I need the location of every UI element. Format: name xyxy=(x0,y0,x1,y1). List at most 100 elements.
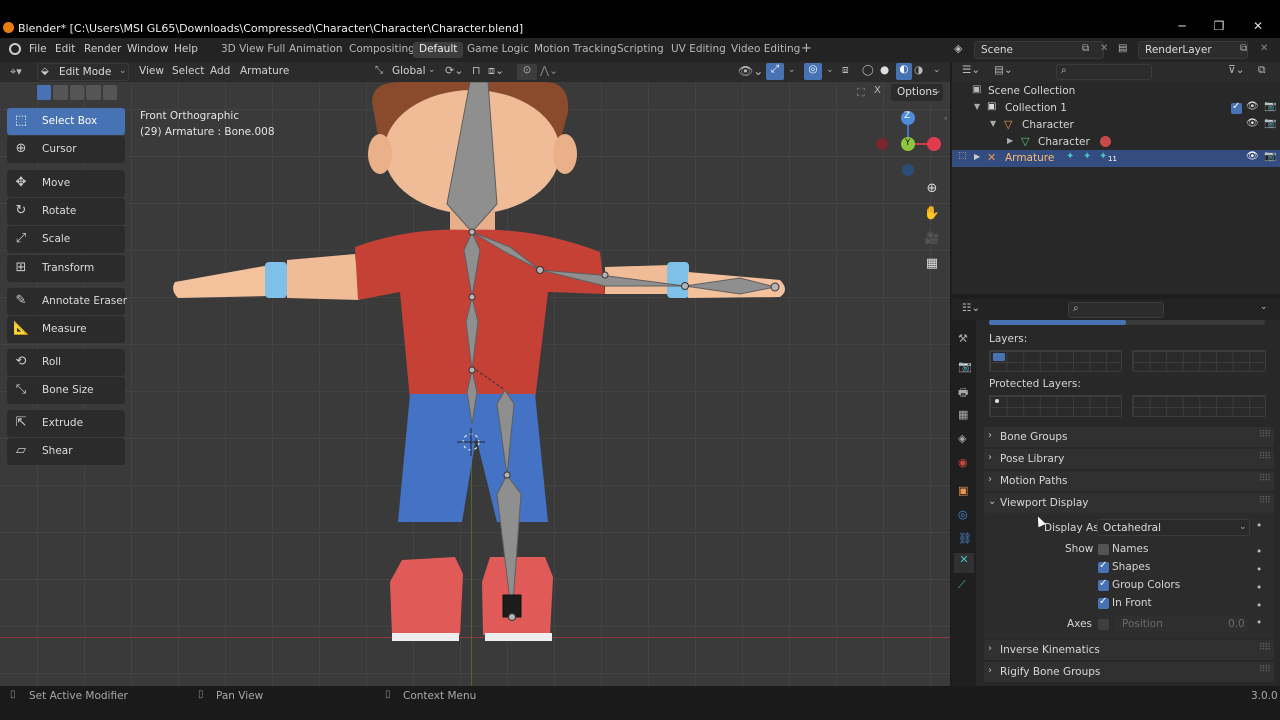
pose-position-toggle[interactable] xyxy=(989,320,1265,325)
protected-layers-grid-left[interactable] xyxy=(989,395,1122,417)
menu-select[interactable]: Select xyxy=(172,65,204,77)
tool-bone-size[interactable]: ⤡ Bone Size xyxy=(7,377,125,404)
keyframe-dot-icon[interactable]: • xyxy=(1256,520,1262,532)
outliner-search-input[interactable]: ⌕ xyxy=(1056,64,1152,80)
object-tab-icon[interactable]: ▣ xyxy=(958,484,968,497)
names-checkbox-row[interactable]: Names xyxy=(1098,543,1258,557)
panel-bone-groups[interactable]: › Bone Groups ⠿⠿ xyxy=(984,427,1274,447)
outliner-row-armature[interactable]: ⬚ ▶ ✕ Armature ✦ ✦ ✦ 11 👁 📷 xyxy=(952,150,1280,167)
tool-cursor[interactable]: ⊕ Cursor xyxy=(7,136,125,163)
outliner-row-character-mesh[interactable]: ▶ ▽ Character xyxy=(952,134,1280,151)
new-scene-icon[interactable]: ⧉ xyxy=(1082,43,1089,54)
drag-handle-icon[interactable]: ⠿⠿ xyxy=(1259,452,1271,462)
tab-3d-view-full[interactable]: 3D View Full xyxy=(215,42,291,58)
rendered-shading-icon[interactable]: ◑ xyxy=(914,64,923,76)
drag-handle-icon[interactable]: ⠿⠿ xyxy=(1259,665,1271,675)
visibility-icon[interactable]: 👁⌄ xyxy=(738,64,763,78)
tool-transform[interactable]: ⊞ Transform xyxy=(7,255,125,282)
properties-search-input[interactable]: ⌕ xyxy=(1068,302,1164,318)
snap-icon[interactable]: ⊓ xyxy=(472,64,481,77)
menu-edit[interactable]: Edit xyxy=(55,43,75,55)
in-front-checkbox[interactable] xyxy=(1098,596,1109,609)
editor-type-icon[interactable]: ⌖▾ xyxy=(10,65,22,79)
zoom-icon[interactable]: ⊕ xyxy=(922,181,942,201)
layer-active[interactable] xyxy=(993,353,1005,361)
expand-icon[interactable]: ▼ xyxy=(974,102,980,111)
group-colors-checkbox-row[interactable]: Group Colors xyxy=(1098,578,1258,593)
overlays-toggle-icon[interactable]: ◎ xyxy=(804,63,822,80)
panel-viewport-display[interactable]: ⌄ Viewport Display ⠿⠿ xyxy=(984,493,1274,513)
view-layer-tab-icon[interactable]: ▦ xyxy=(958,408,968,421)
axes-checkbox[interactable] xyxy=(1098,619,1109,630)
menu-view[interactable]: View xyxy=(139,65,164,77)
tool-scale[interactable]: ⤢ Scale xyxy=(7,226,125,253)
blender-menu-icon[interactable] xyxy=(9,43,21,55)
new-view-layer-icon[interactable]: ⧉ xyxy=(1240,43,1247,54)
armature-data-tab-icon[interactable]: ✕ xyxy=(954,553,974,573)
transform-affect-icon[interactable]: ⛶ xyxy=(857,86,865,100)
panel-inverse-kinematics[interactable]: › Inverse Kinematics ⠿⠿ xyxy=(984,640,1274,660)
select-mode-subtract-icon[interactable] xyxy=(69,85,85,100)
render-camera-icon[interactable]: 📷 xyxy=(1264,151,1276,162)
display-mode-icon[interactable]: ▤⌄ xyxy=(994,64,1013,76)
layers-grid-right[interactable] xyxy=(1132,350,1266,372)
menu-file[interactable]: File xyxy=(29,43,47,55)
select-mode-intersect-icon[interactable] xyxy=(102,85,118,100)
orientation-selector[interactable]: Global xyxy=(392,65,426,77)
character-model[interactable] xyxy=(0,82,950,686)
maximize-button[interactable]: ❐ xyxy=(1209,19,1229,33)
sidebar-toggle-icon[interactable]: ‹ xyxy=(944,114,948,124)
panel-motion-paths[interactable]: › Motion Paths ⠿⠿ xyxy=(984,471,1274,491)
chevron-down-icon[interactable]: ⌄ xyxy=(1260,302,1268,312)
tool-tab-icon[interactable]: ⚒ xyxy=(958,332,968,345)
tab-animation[interactable]: Animation xyxy=(283,42,349,58)
xray-toggle-icon[interactable]: ⧈ xyxy=(842,64,849,77)
close-button[interactable]: ✕ xyxy=(1248,19,1268,33)
wireframe-shading-icon[interactable]: ◯ xyxy=(862,64,874,76)
select-mode-invert-icon[interactable] xyxy=(86,85,101,100)
chevron-down-icon[interactable]: ⌄ xyxy=(788,65,796,75)
shapes-checkbox[interactable] xyxy=(1098,560,1109,573)
edit-mode-toggle-icon[interactable]: ⬚ xyxy=(958,151,967,161)
tool-extrude[interactable]: ⇱ Extrude xyxy=(7,410,125,437)
eye-icon[interactable]: 👁 xyxy=(1246,101,1259,112)
outliner-editor-icon[interactable]: ☰⌄ xyxy=(962,64,980,76)
grid-toggle-icon[interactable]: ▦ xyxy=(922,256,942,276)
outliner-row-collection[interactable]: ▼ ▣ Collection 1 👁 📷 xyxy=(952,100,1280,117)
outliner-row-scene-collection[interactable]: ▣ Scene Collection xyxy=(952,83,1280,100)
group-colors-checkbox[interactable] xyxy=(1098,578,1109,591)
pivot-point-icon[interactable]: ⟳⌄ xyxy=(445,64,463,77)
axes-position-field[interactable]: Position 0.0 xyxy=(1114,616,1248,632)
keyframe-dots[interactable]: • • • • xyxy=(1256,543,1262,615)
menu-armature[interactable]: Armature xyxy=(240,65,289,77)
chevron-down-icon[interactable]: ⌄ xyxy=(826,65,834,75)
menu-help[interactable]: Help xyxy=(174,43,198,55)
tab-compositing[interactable]: Compositing xyxy=(343,42,421,58)
world-tab-icon[interactable]: ◉ xyxy=(958,456,968,469)
physics-tab-icon[interactable]: ◎ xyxy=(958,508,968,521)
menu-render[interactable]: Render xyxy=(84,43,121,55)
render-camera-icon[interactable]: 📷 xyxy=(1264,118,1276,129)
shapes-checkbox-row[interactable]: Shapes xyxy=(1098,560,1258,575)
scene-tab-icon[interactable]: ◈ xyxy=(958,432,966,445)
tab-scripting[interactable]: Scripting xyxy=(611,42,670,58)
expand-icon[interactable]: ▶ xyxy=(1007,136,1013,145)
drag-handle-icon[interactable]: ⠿⠿ xyxy=(1259,430,1271,440)
bone-tab-icon[interactable]: ⟋ xyxy=(958,578,966,592)
tool-rotate[interactable]: ↻ Rotate xyxy=(7,198,125,225)
menu-window[interactable]: Window xyxy=(127,43,168,55)
tab-default[interactable]: Default xyxy=(413,42,464,58)
pan-hand-icon[interactable]: ✋ xyxy=(922,206,942,226)
output-tab-icon[interactable]: 🖶 xyxy=(958,384,968,403)
render-camera-icon[interactable]: 📷 xyxy=(1264,101,1276,112)
material-shading-icon[interactable]: ◐ xyxy=(896,63,912,80)
x-mirror-icon[interactable]: X xyxy=(874,85,881,96)
tool-move[interactable]: ✥ Move xyxy=(7,170,125,197)
render-tab-icon[interactable]: 📷 xyxy=(958,360,972,373)
menu-add[interactable]: Add xyxy=(210,65,230,77)
tool-annotate-eraser[interactable]: ✎ Annotate Eraser xyxy=(7,288,127,315)
add-workspace-button[interactable]: + xyxy=(795,40,818,56)
chevron-down-icon[interactable]: ⌄ xyxy=(933,65,941,75)
gizmo-toggle-icon[interactable]: ⤢ xyxy=(766,63,784,80)
protected-layers-grid-right[interactable] xyxy=(1132,395,1266,417)
